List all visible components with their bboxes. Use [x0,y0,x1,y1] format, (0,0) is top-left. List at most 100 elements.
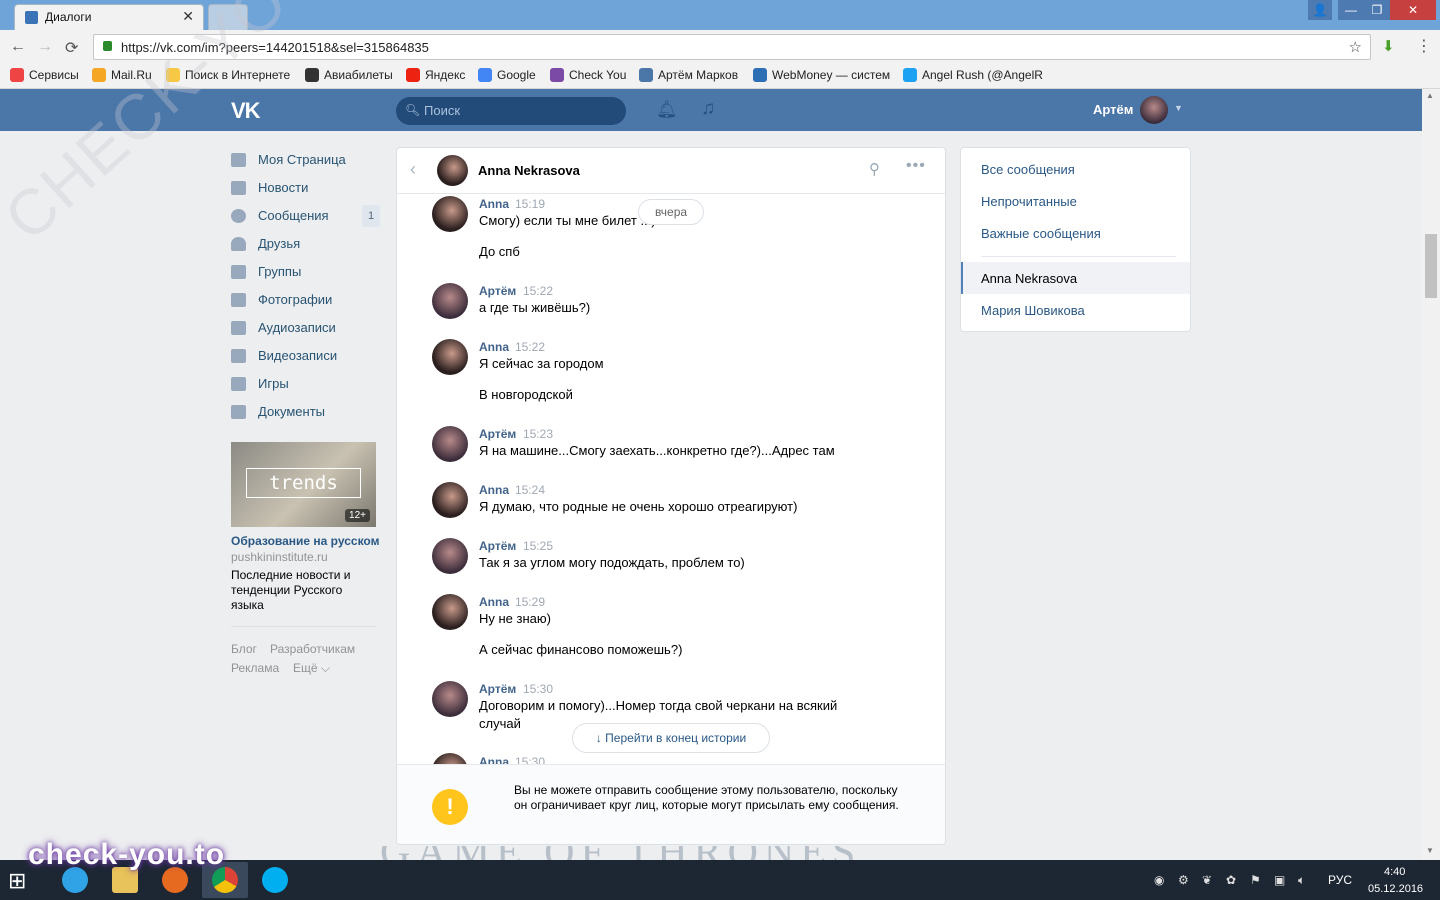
sidebar-item-video[interactable]: Видеозаписи [231,345,381,367]
vk-logo[interactable]: VK [231,98,261,124]
scroll-up-arrow-icon[interactable]: ▲ [1426,91,1434,100]
message-author[interactable]: Anna [479,595,509,609]
message-author[interactable]: Артём [479,682,516,696]
download-extension-icon[interactable]: ⬇ [1382,37,1395,55]
film-icon [231,349,246,363]
sidebar-item-audio[interactable]: Аудиозаписи [231,317,381,339]
clock-date[interactable]: 05.12.2016 [1368,883,1423,895]
conversation-maria[interactable]: Мария Шовикова [981,303,1085,318]
message-filters-panel: Все сообщения Непрочитанные Важные сообщ… [960,147,1191,332]
music-note-icon[interactable]: ♫ [701,98,715,120]
tray-leaf-icon[interactable]: ❦ [1202,873,1212,887]
sidebar-item-my-page[interactable]: Моя Страница [231,149,381,171]
divider [981,256,1176,257]
sidebar-item-documents[interactable]: Документы [231,401,381,423]
sidebar-item-photos[interactable]: Фотографии [231,289,381,311]
message-author[interactable]: Артём [479,284,516,298]
bookmark-flights[interactable]: Авиабилеты [305,68,393,82]
scroll-down-arrow-icon[interactable]: ▼ [1426,846,1434,855]
close-window-button[interactable]: ✕ [1390,0,1436,20]
message-text: Так я за углом могу подождать, проблем т… [479,555,745,570]
header-user-name[interactable]: Артём [1093,102,1133,117]
filter-unread[interactable]: Непрочитанные [981,194,1077,209]
taskbar-skype[interactable] [252,862,298,898]
chevron-down-icon[interactable]: ▼ [1174,103,1183,113]
message-author[interactable]: Артём [479,539,516,553]
search-icon[interactable]: ⚲ [869,160,880,178]
footer-link-ads[interactable]: Реклама [231,661,279,675]
avatar[interactable] [432,681,468,717]
mailru-icon [92,68,106,82]
age-rating-badge: 12+ [345,509,370,522]
bookmark-yandex[interactable]: Яндекс [406,68,465,82]
avatar[interactable] [432,283,468,319]
scroll-to-end-button[interactable]: ↓ Перейти в конец истории [572,723,770,753]
sidebar-item-games[interactable]: Игры [231,373,381,395]
sidebar-item-friends[interactable]: Друзья [231,233,381,255]
dialog-contact-name[interactable]: Anna Nekrasova [478,163,580,178]
avatar[interactable] [432,196,468,232]
bookmark-artem[interactable]: Артём Марков [639,68,738,82]
more-options-icon[interactable]: ••• [906,157,926,175]
message-author[interactable]: Anna [479,483,509,497]
input-language[interactable]: РУС [1328,873,1352,887]
bookmark-checkyou[interactable]: Check You [550,68,626,82]
dialog-footer: ! Вы не можете отправить сообщение этому… [397,764,945,844]
profile-icon[interactable]: 👤 [1308,0,1332,20]
reload-icon[interactable]: ⟳ [65,38,78,58]
filter-all-messages[interactable]: Все сообщения [981,162,1075,177]
avatar[interactable] [437,155,468,186]
minimize-button[interactable]: — [1338,0,1364,20]
avatar[interactable] [432,594,468,630]
message-author[interactable]: Anna [479,340,509,354]
footer-link-more[interactable]: Ещё ⌵ [293,661,330,676]
avatar[interactable] [432,538,468,574]
sidebar-item-groups[interactable]: Группы [231,261,381,283]
footer-link-developers[interactable]: Разработчикам [270,642,355,656]
ad-domain[interactable]: pushkininstitute.ru [231,550,328,564]
ad-title[interactable]: Образование на русском [231,534,379,548]
windows-start-icon[interactable]: ⊞ [8,868,26,894]
footer-link-blog[interactable]: Блог [231,642,257,656]
apps-grid-icon [10,68,24,82]
tray-skype-icon[interactable]: ◉ [1154,873,1164,887]
message-author[interactable]: Артём [479,427,516,441]
avatar[interactable] [432,339,468,375]
maximize-button[interactable]: ❐ [1364,0,1390,20]
bookmark-services[interactable]: Сервисы [10,68,79,82]
clock-time[interactable]: 4:40 [1384,866,1405,878]
tray-network-icon[interactable]: ▣ [1274,873,1285,887]
tray-app-icon[interactable]: ✿ [1226,873,1236,887]
forward-arrow-icon[interactable]: → [37,38,53,56]
bookmark-star-icon[interactable]: ☆ [1349,38,1362,56]
chevron-left-icon[interactable]: ‹ [410,159,416,180]
avatar[interactable] [432,426,468,462]
sidebar-item-messages[interactable]: Сообщения [231,205,381,227]
page-scrollbar[interactable]: ▲ ▼ [1422,89,1440,860]
gamepad-icon [231,377,246,391]
avatar[interactable] [1140,96,1168,124]
message-text: Ну не знаю) [479,611,551,626]
dialog-panel: ‹ Anna Nekrasova ⚲ ••• Anna 15:19 Смогу)… [396,147,946,845]
notifications-bell-icon[interactable]: 🔔︎ [656,100,678,120]
bookmark-google[interactable]: Google [478,68,536,82]
browser-tab-active[interactable]: Диалоги ✕ [14,4,204,30]
tray-volume-icon[interactable]: 🔈︎ [1298,873,1305,888]
message-author[interactable]: Anna [479,197,509,211]
message-time: 15:22 [523,284,554,298]
address-bar[interactable]: https://vk.com/im?peers=144201518&sel=31… [93,34,1371,60]
avatar[interactable] [432,482,468,518]
bookmark-webmoney[interactable]: WebMoney — систем [753,68,890,82]
back-arrow-icon[interactable]: ← [10,38,26,56]
home-icon [231,153,246,167]
filter-important[interactable]: Важные сообщения [981,226,1101,241]
conversation-anna[interactable]: Anna Nekrasova [981,271,1077,286]
sidebar-item-news[interactable]: Новости [231,177,381,199]
tray-steam-icon[interactable]: ⚙ [1178,873,1189,887]
tray-flag-icon[interactable]: ⚑ [1250,873,1261,887]
search-input[interactable]: 🔍︎ Поиск [396,97,626,125]
scroll-thumb[interactable] [1425,234,1437,298]
browser-menu-icon[interactable]: ⋮ [1416,36,1432,56]
ad-image[interactable]: trends 12+ [231,442,376,527]
bookmark-twitter[interactable]: Angel Rush (@AngelR [903,68,1043,82]
